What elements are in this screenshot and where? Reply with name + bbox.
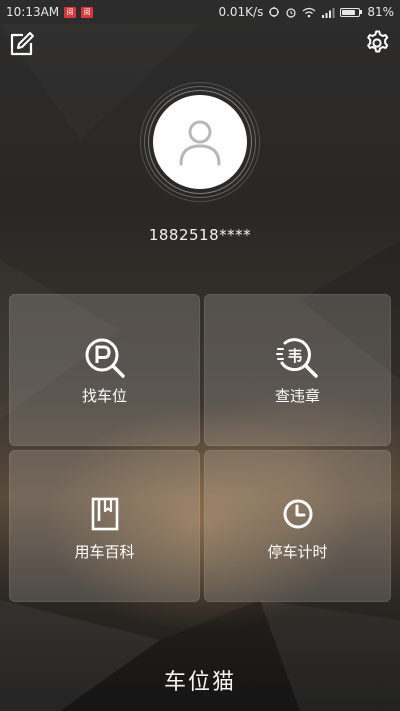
network-speed: 0.01K/s: [218, 5, 264, 19]
edit-icon: [10, 32, 34, 56]
car-wiki-button[interactable]: 用车百科: [9, 450, 200, 602]
sync-icon: [269, 7, 280, 17]
edit-button[interactable]: [8, 30, 36, 58]
gear-icon: [367, 30, 389, 53]
app-screen: 10:13AM 阅 阅 0.01K/s 81% 1882518**** 找车位 …: [0, 0, 400, 711]
parking-search-icon: [85, 338, 125, 378]
signal-icon: [322, 7, 335, 18]
battery-percent: 81%: [367, 5, 394, 19]
status-bar: 10:13AM 阅 阅 0.01K/s 81%: [0, 0, 400, 24]
parking-timer-label: 停车计时: [267, 542, 328, 561]
parking-timer-button[interactable]: 停车计时: [204, 450, 391, 602]
book-icon: [91, 497, 118, 530]
notification-icon: 阅: [81, 6, 94, 18]
notification-icon: 阅: [64, 6, 77, 18]
check-violations-label: 查违章: [274, 386, 320, 405]
clock-icon: [283, 499, 312, 528]
settings-button[interactable]: [362, 28, 392, 58]
app-title: 车位猫: [163, 670, 236, 695]
battery-icon: [340, 7, 363, 17]
avatar-image: [153, 95, 247, 189]
car-wiki-label: 用车百科: [74, 542, 135, 561]
find-parking-label: 找车位: [81, 386, 127, 405]
alarm-icon: [286, 8, 296, 18]
status-time: 10:13AM: [6, 5, 60, 19]
check-violations-button[interactable]: 韦 查违章: [204, 294, 391, 446]
avatar[interactable]: [140, 82, 260, 202]
user-icon: [179, 120, 221, 166]
phone-number: 1882518****: [148, 226, 252, 244]
violation-search-icon: 韦: [275, 337, 318, 378]
svg-text:韦: 韦: [287, 347, 302, 365]
find-parking-button[interactable]: 找车位: [9, 294, 200, 446]
wifi-icon: [302, 7, 316, 17]
